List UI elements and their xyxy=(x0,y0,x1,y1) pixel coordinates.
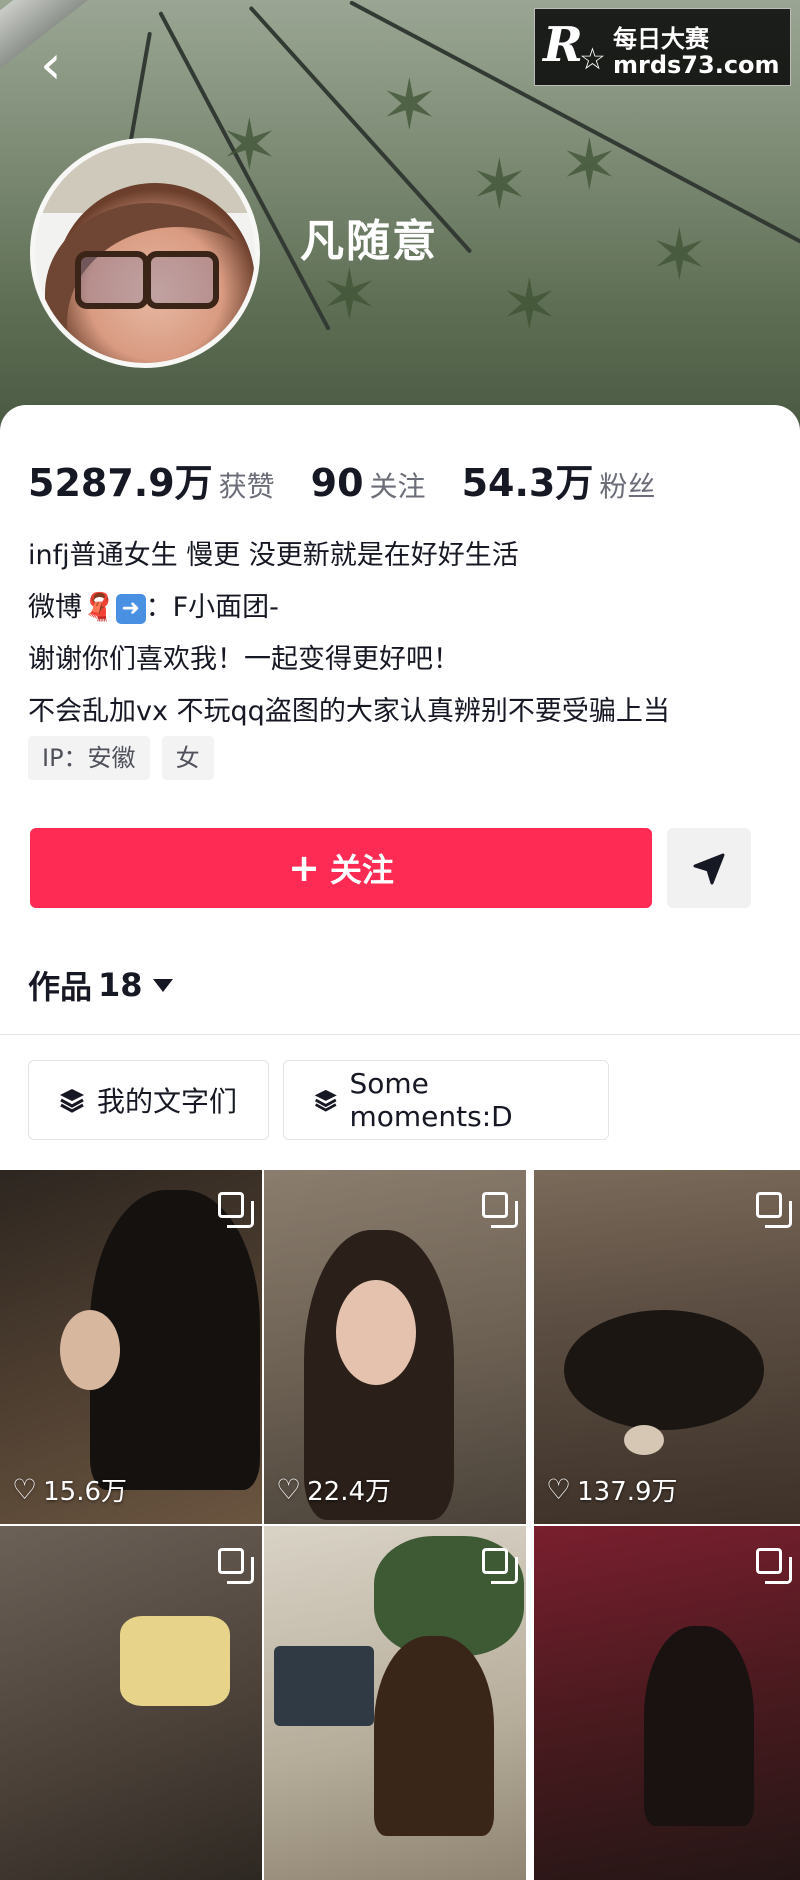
bio-weibo-handle: ：F小面团- xyxy=(145,592,279,623)
post-thumbnail[interactable] xyxy=(0,1526,262,1880)
layers-icon xyxy=(314,1089,337,1112)
post-image xyxy=(644,1626,754,1826)
followers-label[interactable]: 粉丝 xyxy=(599,465,655,505)
plus-icon: + xyxy=(288,846,320,890)
post-image xyxy=(60,1310,120,1390)
post-likes: ♡ 15.6万 xyxy=(12,1471,127,1508)
bio-weibo-label: 微博 xyxy=(28,592,82,623)
arrow-right-icon: ➜ xyxy=(115,593,146,624)
post-image xyxy=(564,1310,764,1430)
avatar-glasses-left xyxy=(75,251,149,309)
bio-line: 微博🧣 ➜ ：F小面团- xyxy=(28,582,788,634)
likes-count: 5287.9万 xyxy=(28,461,213,505)
message-button[interactable] xyxy=(667,828,751,908)
collection-some-moments[interactable]: Some moments:D xyxy=(283,1060,609,1140)
post-image xyxy=(120,1616,230,1706)
watermark-logo: R ☆ 每日大赛 mrds73.com xyxy=(534,8,791,86)
post-image xyxy=(336,1280,416,1385)
profile-bio: infj普通女生 慢更 没更新就是在好好生活 微博🧣 ➜ ：F小面团- 谢谢你们喜欢… xyxy=(28,530,788,738)
post-thumbnail[interactable]: ♡ 22.4万 xyxy=(264,1170,526,1524)
post-likes-count: 22.4万 xyxy=(307,1477,392,1507)
bio-line: infj普通女生 慢更 没更新就是在好好生活 xyxy=(28,540,519,571)
watermark-brand: 每日大赛 xyxy=(613,25,709,53)
post-likes-count: 137.9万 xyxy=(577,1477,678,1507)
profile-username: 凡随意 xyxy=(300,216,438,267)
post-thumbnail[interactable] xyxy=(264,1526,526,1880)
post-image xyxy=(274,1646,374,1726)
multi-image-icon xyxy=(218,1548,254,1584)
avatar-glasses-right xyxy=(145,251,219,309)
layers-icon xyxy=(60,1089,84,1113)
star-icon: ☆ xyxy=(579,42,606,77)
gender-tag: 女 xyxy=(161,736,214,780)
multi-image-icon xyxy=(756,1548,792,1584)
likes-label: 获赞 xyxy=(218,470,275,503)
collections-row: 我的文字们 Some moments:D xyxy=(28,1060,623,1140)
post-image xyxy=(374,1636,494,1836)
post-likes: ♡ 137.9万 xyxy=(546,1471,678,1508)
collection-label: Some moments:D xyxy=(349,1067,513,1133)
following-count[interactable]: 90 xyxy=(311,461,364,505)
post-likes: ♡ 22.4万 xyxy=(276,1471,391,1508)
tab-works[interactable]: 作品 18 xyxy=(28,962,173,1008)
collection-my-texts[interactable]: 我的文字们 xyxy=(28,1060,269,1140)
divider xyxy=(0,1034,800,1035)
chevron-left-icon: ‹ xyxy=(40,33,62,96)
followers-count[interactable]: 54.3万 xyxy=(462,452,594,507)
caret-down-icon xyxy=(152,978,173,992)
follow-button[interactable]: + 关注 xyxy=(30,828,652,908)
scarf-icon: 🧣 xyxy=(82,592,116,623)
post-likes-count: 15.6万 xyxy=(43,1477,128,1507)
post-thumbnail[interactable]: ♡ 137.9万 xyxy=(534,1170,800,1524)
follow-button-label: 关注 xyxy=(329,851,394,889)
heart-icon: ♡ xyxy=(546,1473,572,1506)
post-thumbnail[interactable] xyxy=(534,1526,800,1880)
profile-stats: 5287.9万 获赞 90 关注 54.3万 粉丝 xyxy=(28,452,691,505)
multi-image-icon xyxy=(756,1192,792,1228)
following-label[interactable]: 关注 xyxy=(370,465,426,505)
bio-line: 谢谢你们喜欢我！一起变得更好吧！ xyxy=(28,644,460,675)
heart-icon: ♡ xyxy=(12,1473,38,1506)
multi-image-icon xyxy=(482,1548,518,1584)
ip-location-tag: IP：安徽 xyxy=(28,736,150,780)
post-image xyxy=(624,1425,664,1455)
collection-label: 我的文字们 xyxy=(97,1085,238,1118)
profile-tags: IP：安徽 女 xyxy=(28,736,226,780)
post-thumbnail[interactable]: ♡ 15.6万 xyxy=(0,1170,262,1524)
bio-line: 不会乱加vx 不玩qq盗图的大家认真辨别不要受骗上当 xyxy=(28,696,670,727)
works-count: 18 xyxy=(98,966,143,1004)
multi-image-icon xyxy=(218,1192,254,1228)
back-button[interactable]: ‹ xyxy=(40,38,80,92)
paper-plane-icon xyxy=(693,853,725,885)
multi-image-icon xyxy=(482,1192,518,1228)
watermark-url: mrds73.com xyxy=(613,51,780,79)
works-tab-title: 作品 xyxy=(28,968,93,1006)
heart-icon: ♡ xyxy=(276,1473,302,1506)
avatar[interactable] xyxy=(30,138,260,368)
